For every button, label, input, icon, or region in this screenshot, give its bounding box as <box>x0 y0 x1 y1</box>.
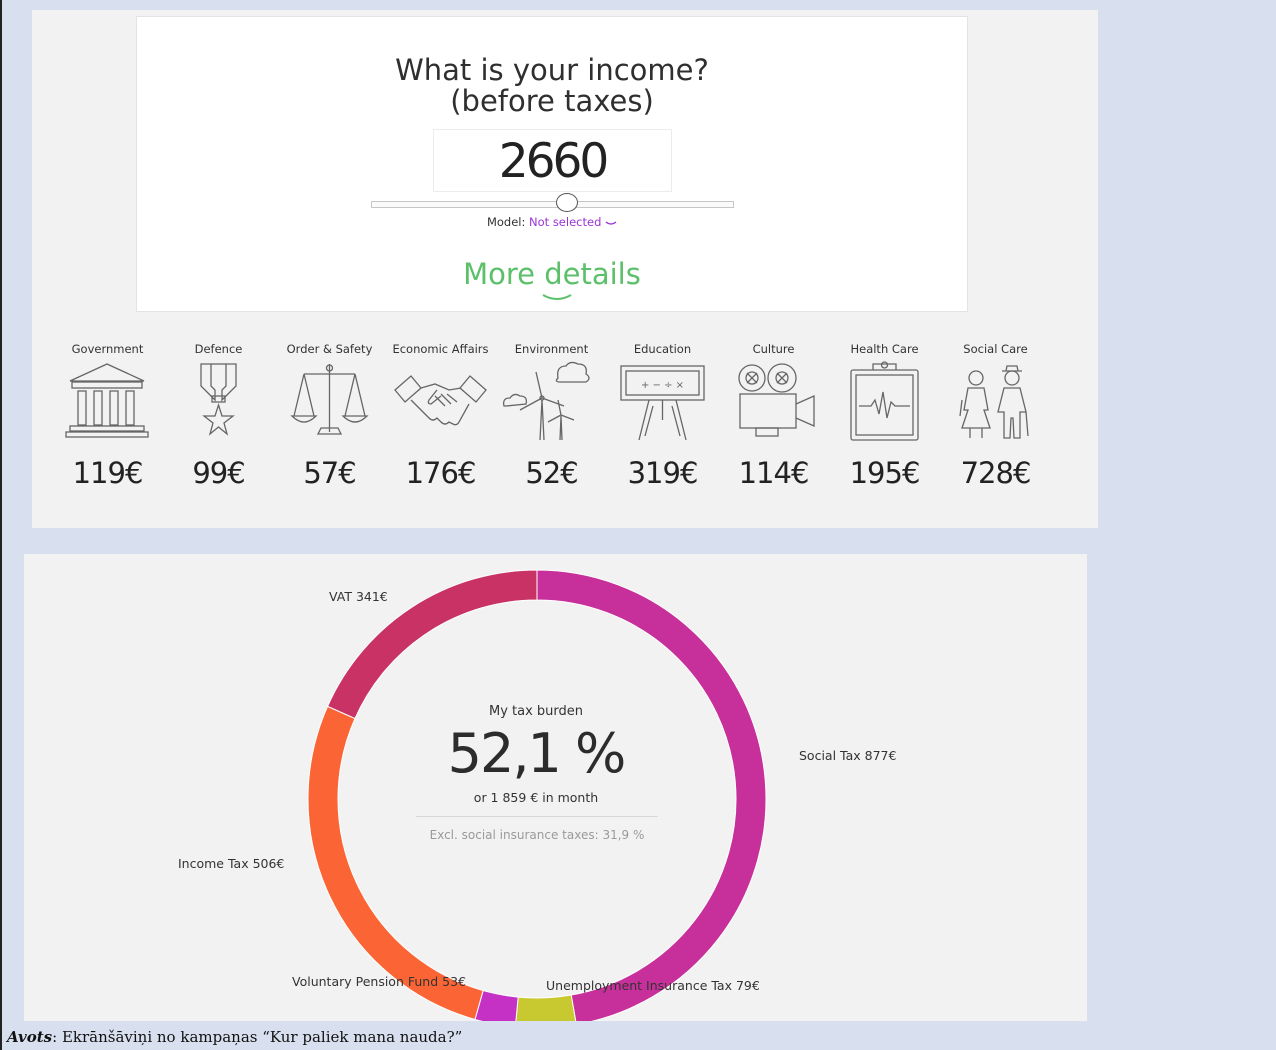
clipboard-heartbeat-icon <box>850 361 919 441</box>
elderly-couple-icon <box>959 365 1029 439</box>
category-label: Order & Safety <box>286 342 373 356</box>
category-education[interactable]: Education + − ÷ × 319€ <box>607 342 718 502</box>
income-slider-handle[interactable] <box>556 193 578 212</box>
category-order-safety[interactable]: Order & Safety 57€ <box>274 342 385 502</box>
category-social-care[interactable]: Social Care 728€ <box>940 342 1051 502</box>
scales-icon <box>290 364 369 435</box>
segment-label-pension-fund: Voluntary Pension Fund 53€ <box>292 974 466 989</box>
category-defence[interactable]: Defence 99€ <box>163 342 274 502</box>
tax-burden-percent: 52,1 % <box>447 722 627 785</box>
chevron-down-icon <box>605 221 617 225</box>
tax-burden-donut-chart <box>307 569 767 1021</box>
income-card: What is your income? (before taxes) 2660… <box>136 16 968 312</box>
category-label: Health Care <box>850 342 919 356</box>
category-value: 52€ <box>525 456 578 490</box>
category-value: 57€ <box>303 456 356 490</box>
category-label: Social Care <box>963 342 1028 356</box>
income-panel: What is your income? (before taxes) 2660… <box>32 10 1098 528</box>
chalkboard-icon: + − ÷ × <box>620 365 705 441</box>
category-label: Culture <box>752 342 795 356</box>
segment-label-income-tax: Income Tax 506€ <box>178 856 285 871</box>
income-title-line1: What is your income? <box>395 53 709 87</box>
category-value: 319€ <box>627 456 699 490</box>
tax-burden-panel: My tax burden 52,1 % or 1 859 € in month… <box>24 554 1087 1021</box>
income-input[interactable]: 2660 <box>433 129 672 192</box>
category-value: 114€ <box>738 456 810 490</box>
category-label: Environment <box>514 342 589 356</box>
film-camera-icon <box>738 363 815 437</box>
model-label: Model: <box>486 215 526 229</box>
category-culture[interactable]: Culture 114€ <box>718 342 829 502</box>
segment-label-social-tax: Social Tax 877€ <box>799 748 897 763</box>
segment-label-vat: VAT 341€ <box>329 589 388 604</box>
category-value: 195€ <box>849 456 921 490</box>
category-label: Defence <box>194 342 243 356</box>
category-value: 728€ <box>960 456 1032 490</box>
model-selector[interactable]: Model: Not selected <box>137 215 967 229</box>
category-government[interactable]: Government 119€ <box>52 342 163 502</box>
category-economic-affairs[interactable]: Economic Affairs 176€ <box>385 342 496 502</box>
left-border-rule <box>0 0 2 1050</box>
center-divider <box>416 816 658 817</box>
government-building-icon <box>65 363 149 438</box>
source-label: Avots <box>7 1028 53 1046</box>
category-value: 119€ <box>72 456 144 490</box>
segment-label-unemployment-tax: Unemployment Insurance Tax 79€ <box>546 978 760 993</box>
more-details-chevron-icon[interactable] <box>541 293 573 303</box>
tax-burden-title: My tax burden <box>488 704 584 719</box>
category-label: Economic Affairs <box>392 342 489 356</box>
income-slider-track[interactable] <box>371 201 734 208</box>
category-health-care[interactable]: Health Care 195€ <box>829 342 940 502</box>
category-label: Government <box>71 342 144 356</box>
category-label: Education <box>633 342 692 356</box>
medal-icon <box>200 363 237 436</box>
spending-categories: Government 119€ Defence 99€ Order & Safe… <box>52 342 1092 502</box>
category-value: 176€ <box>405 456 477 490</box>
donut-segment-1[interactable] <box>515 994 577 1021</box>
category-environment[interactable]: Environment 52€ <box>496 342 607 502</box>
source-text: : Ekrānšāviņi no kampaņas “Kur paliek ma… <box>52 1028 463 1046</box>
more-details-link[interactable]: More details <box>137 257 967 291</box>
source-caption: Avots: Ekrānšāviņi no kampaņas “Kur pali… <box>7 1028 462 1046</box>
income-question: What is your income? (before taxes) <box>137 55 967 117</box>
svg-text:+ − ÷ ×: + − ÷ × <box>641 380 684 391</box>
model-value[interactable]: Not selected <box>529 215 601 229</box>
category-value: 99€ <box>192 456 245 490</box>
handshake-icon <box>394 375 487 426</box>
wind-turbine-icon <box>502 361 590 441</box>
tax-burden-excl-social: Excl. social insurance taxes: 31,9 % <box>429 828 645 842</box>
income-title-line2: (before taxes) <box>450 84 654 118</box>
tax-burden-monthly: or 1 859 € in month <box>473 790 599 805</box>
